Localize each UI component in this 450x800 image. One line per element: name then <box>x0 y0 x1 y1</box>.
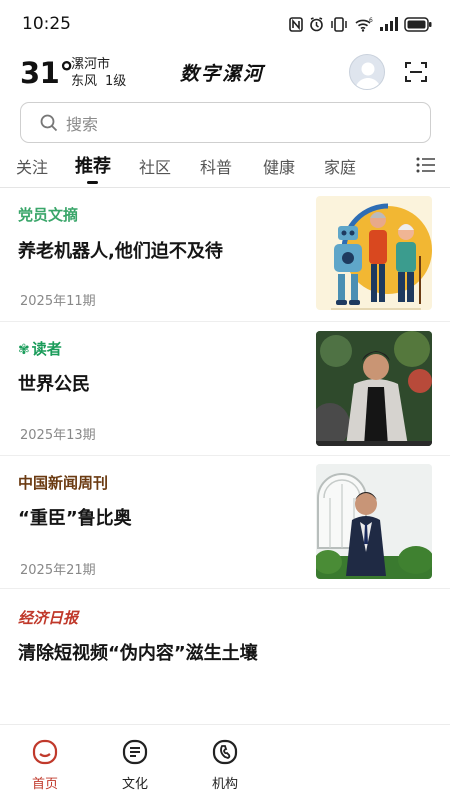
bottom-navigation: 首页 文化 机构 <box>0 724 450 800</box>
wind-direction: 东风 <box>71 74 98 89</box>
article-card[interactable]: ✾ 读者 世界公民 2025年13期 <box>0 322 450 456</box>
app-header: 31° 漯河市 东风 1级 数字漯河 <box>0 50 450 96</box>
tab-health[interactable]: 健康 <box>263 154 295 178</box>
nav-culture-label: 文化 <box>121 777 148 792</box>
article-issue: 2025年21期 <box>20 563 96 578</box>
article-title[interactable]: 养老机器人,他们迫不及待 <box>18 237 223 263</box>
app-logo: 数字漯河 <box>180 63 265 85</box>
article-issue: 2025年11期 <box>20 294 96 309</box>
nav-institution-label: 机构 <box>211 777 238 792</box>
search-input[interactable]: 搜索 <box>20 102 431 143</box>
article-card[interactable]: 党员文摘 养老机器人,他们迫不及待 2025年11期 <box>0 189 450 322</box>
search-placeholder: 搜索 <box>66 114 99 134</box>
article-thumbnail[interactable] <box>316 196 432 310</box>
wind-level: 1级 <box>105 74 127 89</box>
nav-culture[interactable]: 文化 <box>105 739 165 792</box>
article-issue: 2025年13期 <box>20 428 96 443</box>
battery-icon <box>404 16 432 32</box>
scan-icon[interactable] <box>405 61 427 83</box>
nav-home-label: 首页 <box>31 777 58 792</box>
tab-science[interactable]: 科普 <box>200 154 232 178</box>
article-source: 党员文摘 <box>18 206 79 224</box>
nav-institution[interactable]: 机构 <box>195 739 255 792</box>
man-seated-photo <box>316 331 432 446</box>
article-title[interactable]: 世界公民 <box>18 370 90 396</box>
active-tab-indicator <box>87 181 98 184</box>
status-time: 10:25 <box>22 14 71 34</box>
svg-text:6: 6 <box>369 17 373 24</box>
home-icon <box>32 739 58 765</box>
avatar[interactable] <box>349 54 385 90</box>
article-card[interactable]: 中国新闻周刊 “重臣”鲁比奥 2025年21期 <box>0 456 450 589</box>
article-thumbnail[interactable] <box>316 464 432 579</box>
article-source: 中国新闻周刊 <box>18 474 109 492</box>
channel-menu-icon[interactable] <box>416 156 436 174</box>
weather-location[interactable]: 漯河市 东风 1级 <box>71 56 134 90</box>
article-source: 经济日报 <box>18 609 79 627</box>
tab-family[interactable]: 家庭 <box>324 154 356 178</box>
article-card[interactable]: 经济日报 清除短视频“伪内容”滋生土壤 <box>0 589 450 724</box>
article-source: ✾ 读者 <box>18 338 62 359</box>
weather-temperature[interactable]: 31° <box>20 56 74 90</box>
alarm-icon <box>310 16 323 31</box>
article-title[interactable]: 清除短视频“伪内容”滋生土壤 <box>18 639 258 665</box>
article-source-name: 读者 <box>31 340 62 358</box>
user-icon <box>355 62 381 89</box>
city-name: 漯河市 <box>71 57 111 72</box>
tab-community[interactable]: 社区 <box>139 154 171 178</box>
status-bar: 10:25 6 <box>0 0 450 48</box>
man-suit-photo <box>316 464 432 579</box>
reader-logo-icon: ✾ <box>18 342 30 358</box>
tab-follow[interactable]: 关注 <box>16 154 48 178</box>
signal-icon <box>380 17 398 31</box>
vibrate-icon <box>331 16 347 32</box>
nfc-icon <box>289 16 303 32</box>
robot-elderly-illustration <box>331 203 432 310</box>
article-title[interactable]: “重臣”鲁比奥 <box>18 504 132 530</box>
tab-recommend[interactable]: 推荐 <box>75 152 111 178</box>
wind-info: 东风 1级 <box>71 73 134 90</box>
wifi-6-icon: 6 <box>355 17 373 32</box>
nav-home[interactable]: 首页 <box>15 739 75 792</box>
search-icon <box>40 114 58 131</box>
institution-icon <box>212 739 238 765</box>
article-thumbnail[interactable] <box>316 331 432 446</box>
culture-icon <box>122 739 148 765</box>
category-tabs: 关注 推荐 社区 科普 健康 家庭 <box>0 148 450 188</box>
system-icons: 6 <box>289 17 432 32</box>
